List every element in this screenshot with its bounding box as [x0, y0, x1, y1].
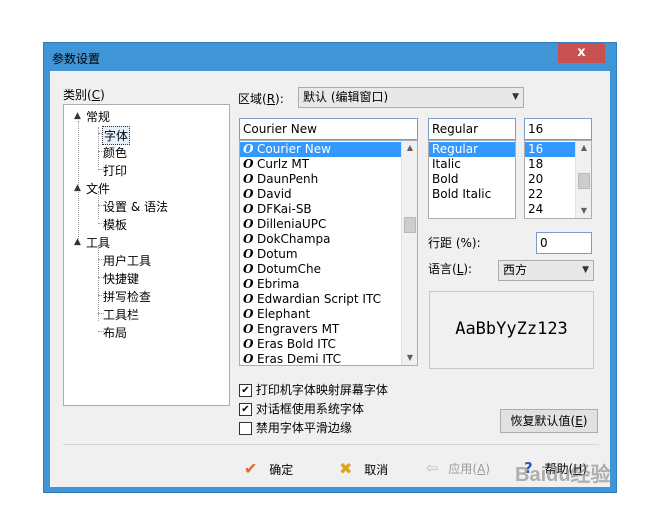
tree-item-spellcheck[interactable]: 拼写检查 — [103, 288, 151, 305]
chevron-down-icon[interactable]: ▼ — [576, 204, 591, 218]
dialog-body: 类别(C) ▲ 常规 字体 颜色 打印 ▲ 文件 设置 & 语法 模板 ▲ 工具… — [50, 71, 610, 487]
checkbox[interactable]: ✔ — [239, 403, 252, 416]
font-list-item[interactable]: O DotumChe — [240, 262, 417, 277]
font-list-item[interactable]: O DilleniaUPC — [240, 217, 417, 232]
scroll-thumb[interactable] — [578, 173, 590, 189]
checkbox[interactable]: ✔ — [239, 384, 252, 397]
opentype-font-icon: O — [243, 262, 254, 276]
opentype-font-icon: O — [243, 142, 254, 156]
opentype-font-icon: O — [243, 217, 254, 231]
dialog-window: 参数设置 x 类别(C) ▲ 常规 字体 颜色 打印 ▲ 文件 设置 & 语法 … — [43, 42, 617, 493]
region-select[interactable]: 默认 (编辑窗口) ▼ — [298, 87, 524, 108]
font-list-item[interactable]: O DokChampa — [240, 232, 417, 247]
tree-item-print[interactable]: 打印 — [103, 162, 127, 179]
option-disable-smoothing[interactable]: 禁用字体平滑边缘 — [239, 419, 352, 436]
opentype-font-icon: O — [243, 232, 254, 246]
opentype-font-icon: O — [243, 172, 254, 186]
check-icon: ✔ — [244, 459, 258, 478]
font-style-item[interactable]: Bold — [429, 172, 515, 187]
font-list-item[interactable]: O Eras Bold ITC — [240, 337, 417, 352]
font-list-item[interactable]: O Eras Demi ITC — [240, 352, 417, 366]
chevron-up-icon[interactable]: ▲ — [576, 141, 591, 155]
font-list-item[interactable]: O Elephant — [240, 307, 417, 322]
tree-item-layout[interactable]: 布局 — [103, 324, 127, 341]
font-list-item[interactable]: O Engravers MT — [240, 322, 417, 337]
opentype-font-icon: O — [243, 277, 254, 291]
category-label: 类别(C) — [63, 88, 105, 102]
cancel-x-icon: ✖ — [339, 459, 353, 478]
font-preview-box: AaBbYyZz123 — [429, 291, 594, 369]
title-bar[interactable]: 参数设置 x — [44, 43, 616, 71]
tree-item-color[interactable]: 颜色 — [103, 144, 127, 161]
tree-item-toolbar[interactable]: 工具栏 — [103, 306, 139, 323]
font-size-input[interactable]: 16 — [524, 118, 592, 140]
opentype-font-icon: O — [243, 337, 254, 351]
restore-defaults-button[interactable]: 恢复默认值(E) — [500, 409, 598, 433]
font-list[interactable]: O Courier New O Curlz MT O DaunPenh O David O DFK… — [239, 140, 418, 366]
expand-icon[interactable]: ▲ — [74, 183, 81, 193]
tree-item-tools[interactable]: 工具 — [86, 234, 110, 251]
font-size-list[interactable]: 16 18 20 22 24 ▲ ▼ — [524, 140, 592, 219]
font-list-scrollbar[interactable]: ▲ ▼ — [401, 141, 417, 365]
chevron-down-icon: ▼ — [582, 265, 589, 275]
font-list-item[interactable]: O DaunPenh — [240, 172, 417, 187]
line-spacing-label: 行距 (%): — [428, 236, 481, 250]
tree-item-font[interactable]: 字体 — [102, 126, 131, 145]
tree-item-file[interactable]: 文件 — [86, 180, 110, 197]
font-list-item[interactable]: O Curlz MT — [240, 157, 417, 172]
tree-item-user-tools[interactable]: 用户工具 — [103, 252, 151, 269]
font-list-item[interactable]: O Ebrima — [240, 277, 417, 292]
chevron-up-icon[interactable]: ▲ — [402, 141, 417, 155]
checkbox[interactable] — [239, 422, 252, 435]
region-label: 区域(R): — [238, 92, 284, 106]
category-tree[interactable]: ▲ 常规 字体 颜色 打印 ▲ 文件 设置 & 语法 模板 ▲ 工具 用户工具 … — [63, 104, 230, 406]
cancel-button[interactable]: ✖ 取消 — [339, 459, 388, 478]
opentype-font-icon: O — [243, 307, 254, 321]
opentype-font-icon: O — [243, 352, 254, 366]
font-list-item[interactable]: O DFKai-SB — [240, 202, 417, 217]
font-style-item[interactable]: Italic — [429, 157, 515, 172]
opentype-font-icon: O — [243, 202, 254, 216]
opentype-font-icon: O — [243, 247, 254, 261]
font-preview-text: AaBbYyZz123 — [455, 319, 568, 339]
opentype-font-icon: O — [243, 157, 254, 171]
font-list-item[interactable]: O Dotum — [240, 247, 417, 262]
font-list-item[interactable]: O Edwardian Script ITC — [240, 292, 417, 307]
tree-item-settings-syntax[interactable]: 设置 & 语法 — [103, 198, 168, 215]
chevron-down-icon: ▼ — [512, 92, 519, 102]
font-name-input[interactable]: Courier New — [239, 118, 418, 140]
language-select[interactable]: 西方 ▼ — [498, 260, 594, 281]
language-value: 西方 — [503, 263, 528, 277]
region-value: 默认 (编辑窗口) — [303, 90, 389, 104]
font-style-list[interactable]: Regular Italic Bold Bold Italic — [428, 140, 516, 219]
font-style-input[interactable]: Regular — [428, 118, 516, 140]
back-arrow-icon: ⇦ — [426, 459, 439, 477]
opentype-font-icon: O — [243, 292, 254, 306]
close-button[interactable]: x — [558, 43, 605, 63]
size-list-scrollbar[interactable]: ▲ ▼ — [575, 141, 591, 218]
option-dialog-system-font[interactable]: ✔ 对话框使用系统字体 — [239, 400, 364, 417]
tree-item-shortcuts[interactable]: 快捷键 — [103, 270, 139, 287]
font-list-item[interactable]: O Courier New — [240, 142, 417, 157]
font-list-item[interactable]: O David — [240, 187, 417, 202]
apply-button[interactable]: ⇦ 应用(A) — [426, 459, 490, 477]
opentype-font-icon: O — [243, 322, 254, 336]
watermark: Baidu经验 — [515, 464, 611, 486]
expand-icon[interactable]: ▲ — [74, 237, 81, 247]
font-style-item[interactable]: Regular — [429, 142, 515, 157]
expand-icon[interactable]: ▲ — [74, 111, 81, 121]
line-spacing-input[interactable]: 0 — [536, 232, 592, 254]
option-printer-font-map[interactable]: ✔ 打印机字体映射屏幕字体 — [239, 381, 388, 398]
chevron-down-icon[interactable]: ▼ — [402, 351, 417, 365]
scroll-thumb[interactable] — [404, 217, 416, 233]
opentype-font-icon: O — [243, 187, 254, 201]
ok-button[interactable]: ✔ 确定 — [244, 459, 293, 478]
window-title: 参数设置 — [52, 52, 101, 66]
font-style-item[interactable]: Bold Italic — [429, 187, 515, 202]
tree-item-general[interactable]: 常规 — [86, 108, 110, 125]
language-label: 语言(L): — [428, 262, 473, 276]
tree-item-template[interactable]: 模板 — [103, 216, 127, 233]
